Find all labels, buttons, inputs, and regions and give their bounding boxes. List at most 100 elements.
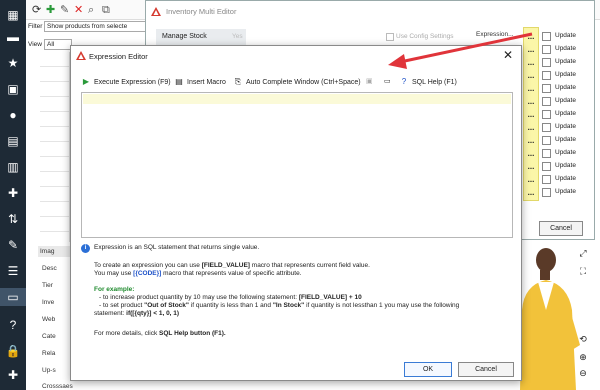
tab-tier[interactable]: Tier <box>42 282 53 289</box>
update-checkbox[interactable] <box>542 110 551 119</box>
delete-icon[interactable]: ✕ <box>74 3 83 17</box>
zoom-in-icon[interactable]: ⊕ <box>577 352 589 364</box>
expression-dots-button[interactable]: ... <box>524 110 538 119</box>
update-checkbox[interactable] <box>542 175 551 184</box>
sidebar-user-icon[interactable]: ● <box>4 106 22 124</box>
help-line1: To create an expression you can use [FIE… <box>94 262 370 269</box>
sidebar-help-icon[interactable]: ? <box>4 316 22 334</box>
app-logo-icon <box>151 7 161 16</box>
sidebar-box-icon[interactable]: ▣ <box>4 80 22 98</box>
update-checkbox[interactable] <box>542 32 551 41</box>
tab-upsells[interactable]: Up-s <box>42 367 56 374</box>
sidebar-puzzle2-icon[interactable]: ✚ <box>4 366 22 384</box>
sql-help-button[interactable]: ? SQL Help (F1) <box>399 76 457 89</box>
update-label: Update <box>555 123 576 130</box>
update-checkbox[interactable] <box>542 149 551 158</box>
folder-icon[interactable]: ▭ <box>384 76 391 88</box>
zoom-out-icon[interactable]: ⊖ <box>577 368 589 380</box>
sidebar-store-icon[interactable]: ▬ <box>4 28 22 46</box>
insert-macro-button[interactable]: ▤ Insert Macro <box>174 76 226 89</box>
sidebar-chart-icon[interactable]: ▥ <box>4 158 22 176</box>
tab-crosssells[interactable]: Crosssaes <box>42 383 73 390</box>
expression-dots-button[interactable]: ... <box>524 188 538 197</box>
update-checkbox[interactable] <box>542 71 551 80</box>
sidebar-star-icon[interactable]: ★ <box>4 54 22 72</box>
sql-help-label: SQL Help (F1) <box>412 79 457 86</box>
ime-titlebar: Inventory Multi Editor <box>146 1 594 23</box>
expression-dots-button[interactable]: ... <box>524 97 538 106</box>
sidebar-wrench-icon[interactable]: ✎ <box>4 236 22 254</box>
sidebar-list-icon[interactable]: ☰ <box>4 262 22 280</box>
execute-expression-button[interactable]: ▶ Execute Expression (F9) <box>81 76 171 89</box>
update-label: Update <box>555 58 576 65</box>
update-row: Update <box>542 135 592 147</box>
tab-categories[interactable]: Cate <box>42 333 56 340</box>
help-example-title: For example: <box>94 286 135 293</box>
sidebar-lock-icon[interactable]: 🔒 <box>4 342 22 360</box>
update-checkbox[interactable] <box>542 45 551 54</box>
app-logo-icon <box>76 51 86 60</box>
update-label: Update <box>555 136 576 143</box>
update-checkbox[interactable] <box>542 84 551 93</box>
auto-complete-button[interactable]: ⎘ Auto Complete Window (Ctrl+Space) <box>233 76 361 89</box>
filter-bar: Filter Show products from selecte <box>26 20 156 34</box>
update-row: Update <box>542 161 592 173</box>
tab-related[interactable]: Rela <box>42 350 55 357</box>
cancel-button[interactable]: Cancel <box>458 362 514 377</box>
update-checkbox[interactable] <box>542 97 551 106</box>
copy-icon[interactable]: ⧉ <box>102 3 110 17</box>
update-row: Update <box>542 70 592 82</box>
reset-icon[interactable]: ⟲ <box>577 334 589 346</box>
update-checkbox[interactable] <box>542 162 551 171</box>
edit-icon[interactable]: ✎ <box>60 3 69 17</box>
help-icon: ? <box>401 77 407 86</box>
tab-websites[interactable]: Web <box>42 316 55 323</box>
expand-icon[interactable]: ⤢ <box>577 248 589 260</box>
sidebar-store2-icon[interactable]: ▤ <box>4 132 22 150</box>
expression-dots-button[interactable]: ... <box>524 149 538 158</box>
add-icon[interactable]: ✚ <box>46 3 55 17</box>
ime-title: Inventory Multi Editor <box>166 7 237 16</box>
update-checkbox[interactable] <box>542 188 551 197</box>
update-label: Update <box>555 97 576 104</box>
update-row: Update <box>542 57 592 69</box>
update-label: Update <box>555 149 576 156</box>
sidebar-inventory-icon[interactable]: ▭ <box>0 288 26 306</box>
expression-text-area[interactable] <box>81 92 513 238</box>
product-grid <box>40 52 70 242</box>
fullscreen-icon[interactable]: ⛶ <box>577 266 589 278</box>
update-label: Update <box>555 110 576 117</box>
image-side-tools: ⤢ ⛶ ⟲ ⊕ ⊖ <box>577 248 591 378</box>
update-label: Update <box>555 175 576 182</box>
refresh-icon[interactable]: ⟳ <box>32 3 41 17</box>
expression-dots-button[interactable]: ... <box>524 84 538 93</box>
filter-select[interactable]: Show products from selecte <box>44 21 154 32</box>
sidebar-grid-icon[interactable]: ▦ <box>4 6 22 24</box>
expression-dots-button[interactable]: ... <box>524 123 538 132</box>
save-icon[interactable]: ▣ <box>366 76 373 88</box>
filter-label: Filter <box>28 23 43 30</box>
expression-dots-button[interactable]: ... <box>524 136 538 145</box>
left-sidebar: ▦ ▬ ★ ▣ ● ▤ ▥ ✚ ⇅ ✎ ☰ ▭ ? 🔒 ✚ <box>0 0 26 390</box>
update-checkbox[interactable] <box>542 123 551 132</box>
manage-stock-value[interactable]: Yes <box>232 33 243 40</box>
view-select[interactable]: All <box>44 39 72 50</box>
annotation-arrow <box>388 32 533 69</box>
ok-button[interactable]: OK <box>404 362 452 377</box>
expression-dots-button[interactable]: ... <box>524 162 538 171</box>
update-checkbox[interactable] <box>542 136 551 145</box>
expression-editor-dialog: Expression Editor ✕ ▶ Execute Expression … <box>70 45 522 381</box>
update-checkbox[interactable] <box>542 58 551 67</box>
update-row: Update <box>542 44 592 56</box>
tab-inventory[interactable]: Inve <box>42 299 54 306</box>
search-icon[interactable]: ⌕ <box>88 3 94 17</box>
sidebar-arrows-icon[interactable]: ⇅ <box>4 210 22 228</box>
execute-label: Execute Expression (F9) <box>94 79 171 86</box>
tab-description[interactable]: Desc <box>42 265 57 272</box>
expression-dots-button[interactable]: ... <box>524 175 538 184</box>
ime-cancel-button[interactable]: Cancel <box>539 221 583 236</box>
sidebar-puzzle-icon[interactable]: ✚ <box>4 184 22 202</box>
help-example2: - to set product "Out of Stock" if quant… <box>99 302 460 309</box>
help-example3: statement: if([{qty}] < 1, 0, 1) <box>94 310 180 317</box>
help-example1: - to increase product quantity by 10 may… <box>99 294 362 301</box>
